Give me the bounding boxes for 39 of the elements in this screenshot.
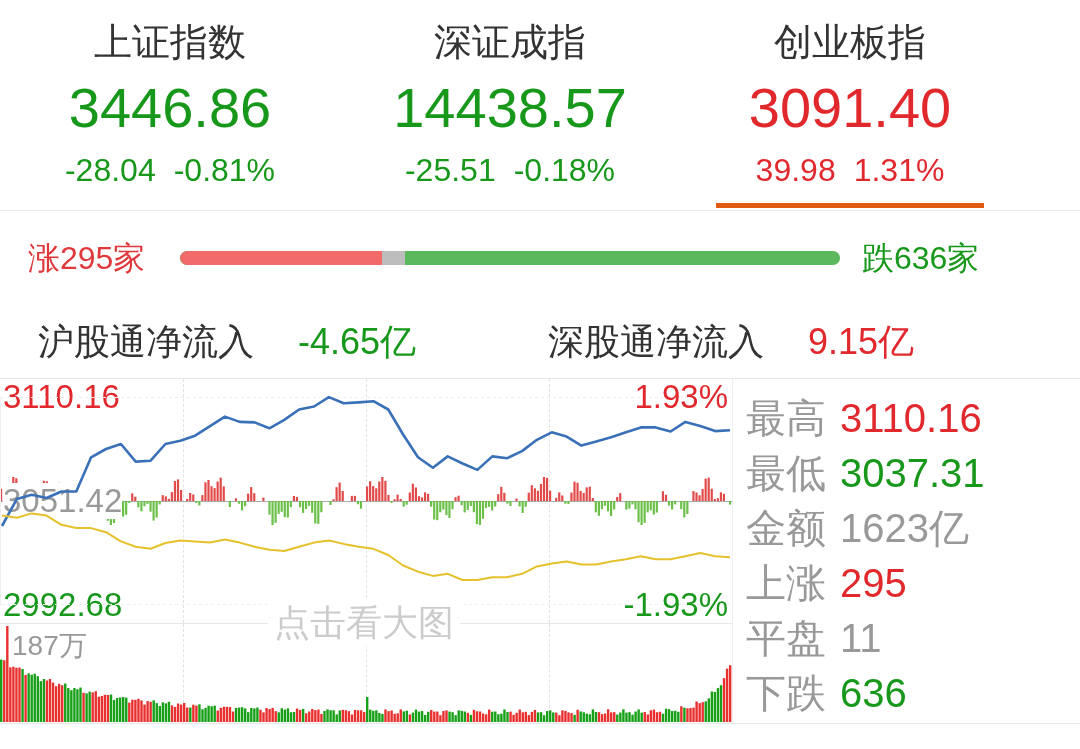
flow-label: 沪股通净流入 bbox=[38, 319, 254, 364]
index-change: -28.04 bbox=[64, 151, 156, 190]
decline-count-label: 跌636家 bbox=[862, 239, 980, 278]
index-change-percent: -0.18% bbox=[513, 151, 616, 190]
volume-max-label: 187万 bbox=[12, 629, 87, 663]
stat-value: 636 bbox=[840, 669, 907, 717]
index-tab[interactable]: 创业板指 3091.40 39.98 1.31% bbox=[716, 0, 984, 208]
stat-value: 3037.31 bbox=[840, 449, 985, 497]
flat-segment bbox=[381, 251, 405, 265]
index-value: 3091.40 bbox=[748, 76, 952, 140]
flow-value: -4.65亿 bbox=[298, 319, 417, 364]
index-name: 深证成指 bbox=[434, 20, 586, 64]
index-tab[interactable]: 上证指数 3446.86 -28.04 -0.81% bbox=[36, 0, 304, 208]
index-name: 创业板指 bbox=[774, 20, 926, 64]
advance-count-label: 涨295家 bbox=[28, 239, 147, 278]
stat-value: 1623亿 bbox=[840, 504, 969, 552]
index-name: 上证指数 bbox=[94, 20, 246, 64]
index-tab[interactable]: 深证成指 14438.57 -25.51 -0.18% bbox=[376, 0, 644, 208]
stat-label: 上涨 bbox=[746, 559, 826, 607]
stat-value: 295 bbox=[840, 559, 907, 607]
index-value: 14438.57 bbox=[393, 76, 627, 140]
stat-label: 平盘 bbox=[746, 614, 826, 662]
index-change: -25.51 bbox=[404, 151, 496, 190]
flow-label: 深股通净流入 bbox=[548, 319, 764, 364]
price-axis-label: 2992.68 bbox=[3, 587, 123, 623]
stat-label: 最高 bbox=[746, 394, 826, 442]
flow-value: 9.15亿 bbox=[808, 319, 915, 364]
index-change: 39.98 bbox=[755, 151, 836, 190]
price-axis-label: 3110.16 bbox=[3, 379, 120, 415]
index-value: 3446.86 bbox=[68, 76, 272, 140]
stat-label: 金额 bbox=[746, 504, 826, 552]
percent-axis-label: 1.93% bbox=[634, 379, 728, 415]
stat-label: 下跌 bbox=[746, 669, 826, 717]
stat-value: 11 bbox=[840, 614, 882, 662]
stat-value: 3110.16 bbox=[840, 394, 982, 442]
stat-label: 最低 bbox=[746, 449, 826, 497]
index-change-percent: 1.31% bbox=[853, 151, 945, 190]
percent-axis-label: -1.93% bbox=[623, 587, 728, 623]
index-change-percent: -0.81% bbox=[173, 151, 276, 190]
